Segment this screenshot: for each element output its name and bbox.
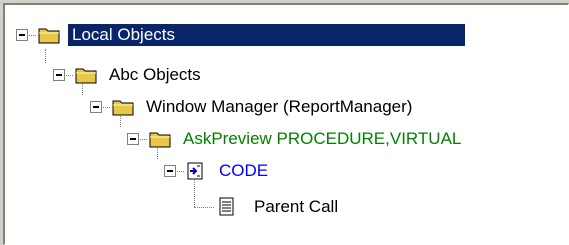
code-embed-icon	[187, 162, 203, 180]
collapse-toggle[interactable]	[90, 101, 102, 113]
tree-connector	[66, 74, 73, 76]
tree-connector	[103, 106, 110, 108]
tree-connector	[194, 206, 214, 208]
tree-node-code[interactable]: CODE	[164, 156, 272, 186]
collapse-toggle[interactable]	[164, 165, 176, 177]
tree-connector	[177, 170, 184, 172]
tree-node-label[interactable]: Abc Objects	[105, 64, 205, 86]
tree-view[interactable]: Local Objects Abc Objects Window Manager…	[3, 3, 569, 245]
tree-node-label[interactable]: AskPreview PROCEDURE,VIRTUAL	[179, 128, 465, 150]
tree-connector	[45, 49, 46, 63]
tree-node-label[interactable]: CODE	[215, 160, 272, 182]
tree-panel: Local Objects Abc Objects Window Manager…	[0, 0, 569, 245]
tree-connector	[140, 138, 147, 140]
collapse-toggle[interactable]	[127, 133, 139, 145]
folder-icon	[38, 28, 60, 44]
tree-node-askpreview[interactable]: AskPreview PROCEDURE,VIRTUAL	[127, 124, 465, 154]
tree-node-parent-call[interactable]: Parent Call	[194, 192, 342, 222]
tree-node-window-manager[interactable]: Window Manager (ReportManager)	[90, 92, 416, 122]
folder-icon	[112, 100, 134, 116]
tree-connector	[29, 34, 36, 36]
page-icon	[219, 197, 234, 216]
tree-node-label[interactable]: Window Manager (ReportManager)	[142, 96, 416, 118]
folder-icon	[75, 68, 97, 84]
tree-node-abc-objects[interactable]: Abc Objects	[53, 60, 205, 90]
collapse-toggle[interactable]	[53, 69, 65, 81]
tree-node-label[interactable]: Parent Call	[250, 196, 342, 218]
tree-node-local-objects[interactable]: Local Objects	[16, 20, 465, 50]
collapse-toggle[interactable]	[16, 29, 28, 41]
folder-icon	[149, 132, 171, 148]
tree-node-label[interactable]: Local Objects	[68, 24, 465, 46]
